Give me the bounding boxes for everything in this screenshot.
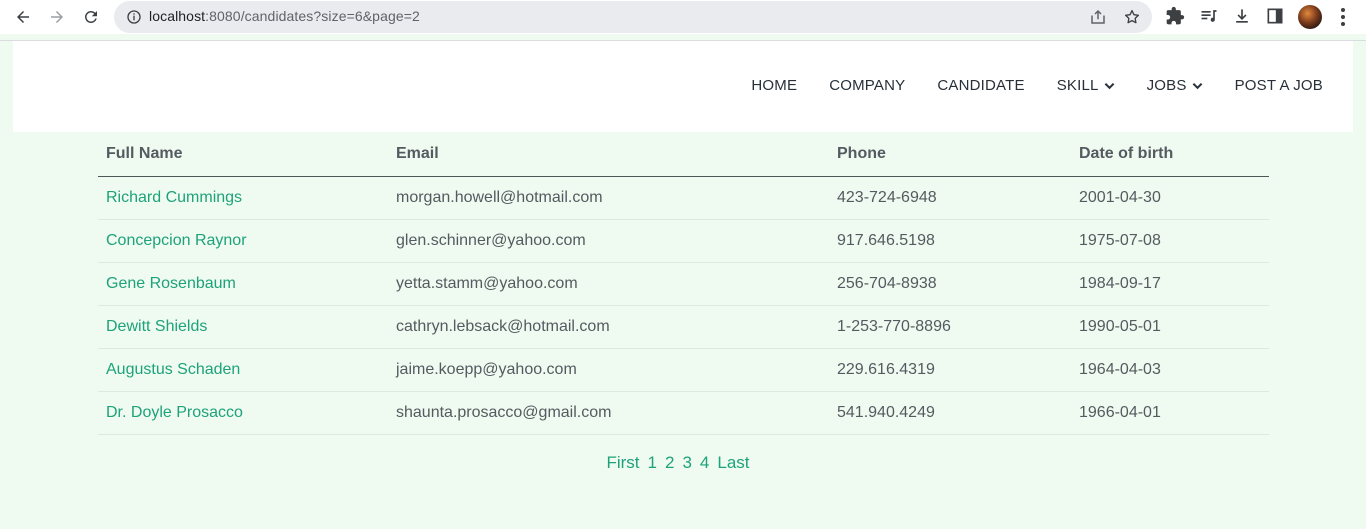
cell-phone: 917.646.5198 [829, 219, 1071, 263]
header-email: Email [388, 133, 829, 177]
chevron-down-icon [1192, 82, 1202, 89]
nav-post-a-job-label: POST A JOB [1234, 77, 1323, 94]
cell-phone: 1-253-770-8896 [829, 305, 1071, 349]
header-date-of-birth: Date of birth [1071, 133, 1269, 177]
cell-date-of-birth: 1990-05-01 [1071, 305, 1269, 349]
header-phone: Phone [829, 133, 1071, 177]
candidate-name-link[interactable]: Richard Cummings [106, 189, 242, 206]
share-icon[interactable] [1089, 8, 1107, 26]
candidates-table: Full Name Email Phone Date of birth Rich… [98, 133, 1269, 435]
url-host: localhost [149, 8, 206, 24]
cell-email: jaime.koepp@yahoo.com [388, 348, 829, 392]
cell-email: glen.schinner@yahoo.com [388, 219, 829, 263]
candidate-name-link[interactable]: Gene Rosenbaum [106, 275, 236, 292]
cell-phone: 256-704-8938 [829, 262, 1071, 306]
url-text[interactable]: localhost:8080/candidates?size=6&page=2 [149, 8, 420, 24]
table-row: Dr. Doyle Prosacco shaunta.prosacco@gmai… [98, 391, 1269, 435]
cell-phone: 423-724-6948 [829, 176, 1071, 220]
nav-skill-label: SKILL [1056, 77, 1099, 94]
cell-date-of-birth: 1984-09-17 [1071, 262, 1269, 306]
cell-full-name: Concepcion Raynor [98, 219, 388, 263]
pagination-first[interactable]: First [606, 453, 639, 473]
more-menu-icon[interactable] [1337, 7, 1349, 27]
pagination-page-3[interactable]: 3 [682, 453, 691, 473]
nav-home[interactable]: HOME [751, 77, 797, 94]
cell-email: morgan.howell@hotmail.com [388, 176, 829, 220]
candidates-table-container: Full Name Email Phone Date of birth Rich… [98, 133, 1269, 435]
table-row: Gene Rosenbaum yetta.stamm@yahoo.com 256… [98, 262, 1269, 306]
cell-email: cathryn.lebsack@hotmail.com [388, 305, 829, 349]
candidate-name-link[interactable]: Dewitt Shields [106, 318, 207, 335]
star-icon[interactable] [1123, 8, 1141, 26]
cell-email: yetta.stamm@yahoo.com [388, 262, 829, 306]
pagination: First 1 2 3 4 Last [0, 453, 1356, 473]
pagination-page-4[interactable]: 4 [700, 453, 709, 473]
candidate-name-link[interactable]: Concepcion Raynor [106, 232, 247, 249]
cell-date-of-birth: 1966-04-01 [1071, 391, 1269, 435]
cell-date-of-birth: 1975-07-08 [1071, 219, 1269, 263]
cell-email: shaunta.prosacco@gmail.com [388, 391, 829, 435]
nav-jobs-label: JOBS [1146, 77, 1187, 94]
browser-toolbar: localhost:8080/candidates?size=6&page=2 [0, 0, 1366, 34]
side-panel-icon[interactable] [1265, 6, 1285, 26]
pagination-last[interactable]: Last [717, 453, 749, 473]
nav-post-a-job[interactable]: POST A JOB [1235, 77, 1323, 94]
download-icon[interactable] [1232, 6, 1252, 26]
forward-arrow-icon[interactable] [45, 5, 69, 29]
pagination-page-1[interactable]: 1 [648, 453, 657, 473]
table-row: Dewitt Shields cathryn.lebsack@hotmail.c… [98, 305, 1269, 349]
table-row: Concepcion Raynor glen.schinner@yahoo.co… [98, 219, 1269, 263]
cell-full-name: Richard Cummings [98, 176, 388, 220]
back-arrow-icon[interactable] [11, 5, 35, 29]
candidate-name-link[interactable]: Dr. Doyle Prosacco [106, 404, 243, 421]
table-header-row: Full Name Email Phone Date of birth [98, 133, 1269, 177]
main-nav: HOME COMPANY CANDIDATE SKILL JOBS POST A… [719, 77, 1323, 94]
chevron-down-icon [1104, 82, 1114, 89]
nav-candidate[interactable]: CANDIDATE [937, 77, 1024, 94]
cell-full-name: Dewitt Shields [98, 305, 388, 349]
address-bar[interactable]: localhost:8080/candidates?size=6&page=2 [114, 1, 1152, 33]
table-row: Richard Cummings morgan.howell@hotmail.c… [98, 176, 1269, 220]
avatar[interactable] [1298, 5, 1322, 29]
media-icon[interactable] [1199, 6, 1219, 26]
nav-jobs[interactable]: JOBS [1147, 77, 1203, 94]
pagination-page-2[interactable]: 2 [665, 453, 674, 473]
cell-date-of-birth: 1964-04-03 [1071, 348, 1269, 392]
site-info-icon[interactable] [126, 9, 142, 25]
cell-date-of-birth: 2001-04-30 [1071, 176, 1269, 220]
cell-full-name: Dr. Doyle Prosacco [98, 391, 388, 435]
nav-company-label: COMPANY [829, 77, 906, 94]
site-header: HOME COMPANY CANDIDATE SKILL JOBS POST A… [13, 41, 1353, 132]
cell-phone: 229.616.4319 [829, 348, 1071, 392]
cell-phone: 541.940.4249 [829, 391, 1071, 435]
nav-company[interactable]: COMPANY [829, 77, 905, 94]
extensions-icon[interactable] [1165, 6, 1185, 26]
reload-icon[interactable] [79, 5, 103, 29]
cell-full-name: Augustus Schaden [98, 348, 388, 392]
nav-skill[interactable]: SKILL [1057, 77, 1115, 94]
candidate-name-link[interactable]: Augustus Schaden [106, 361, 240, 378]
url-path: :8080/candidates?size=6&page=2 [205, 8, 420, 24]
cell-full-name: Gene Rosenbaum [98, 262, 388, 306]
header-full-name: Full Name [98, 133, 388, 177]
table-row: Augustus Schaden jaime.koepp@yahoo.com 2… [98, 348, 1269, 392]
nav-home-label: HOME [751, 77, 798, 94]
nav-candidate-label: CANDIDATE [937, 77, 1025, 94]
